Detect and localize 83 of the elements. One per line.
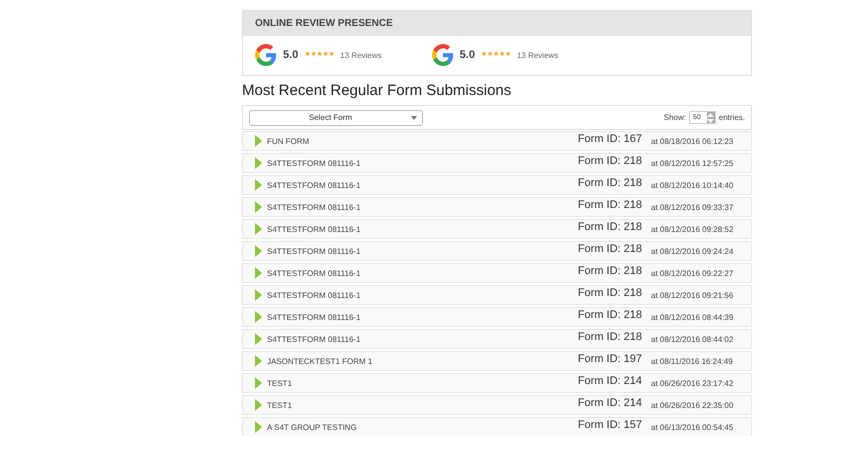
expand-triangle-icon: [255, 355, 262, 367]
form-name: S4TTESTFORM 081116-1: [267, 224, 362, 234]
submission-time: at 08/11/2016 16:24:49: [651, 356, 734, 366]
form-name: S4TTESTFORM 081116-1: [267, 268, 362, 278]
submission-row[interactable]: TEST1 Form ID: 214 at 06/26/2016 22:35:00: [242, 395, 752, 415]
submission-row[interactable]: S4TTESTFORM 081116-1 Form ID: 218 at 08/12/2016 09:21:56: [242, 285, 752, 305]
form-id: Form ID: 214: [578, 375, 642, 387]
form-id: Form ID: 218: [578, 155, 642, 167]
review-count: 13 Reviews: [340, 50, 382, 60]
submission-row[interactable]: S4TTESTFORM 081116-1 Form ID: 218 at 08/12/2016 08:44:39: [242, 307, 752, 327]
form-name: TEST1: [267, 400, 293, 410]
submission-row[interactable]: S4TTESTFORM 081116-1 Form ID: 218 at 08/12/2016 09:24:24: [242, 241, 752, 261]
expand-triangle-icon: [255, 179, 262, 191]
form-id: Form ID: 218: [578, 309, 642, 321]
panel-title: ONLINE REVIEW PRESENCE: [243, 11, 751, 36]
expand-triangle-icon: [255, 135, 262, 147]
form-name: FUN FORM: [267, 136, 310, 146]
submission-time: at 06/13/2016 00:54:45: [651, 422, 734, 432]
submission-time: at 08/12/2016 08:44:02: [651, 334, 734, 344]
expand-triangle-icon: [255, 377, 262, 389]
form-name: S4TTESTFORM 081116-1: [267, 158, 362, 168]
google-g-icon: [255, 44, 277, 66]
form-id: Form ID: 167: [578, 133, 642, 145]
submission-time: at 08/18/2016 06:12:23: [651, 136, 734, 146]
expand-triangle-icon: [255, 245, 262, 257]
submission-time: at 08/12/2016 09:28:52: [651, 224, 734, 234]
submission-time: at 06/26/2016 22:35:00: [651, 400, 734, 410]
expand-triangle-icon: [255, 157, 262, 169]
submission-row[interactable]: TEST1 Form ID: 214 at 06/26/2016 23:17:42: [242, 373, 752, 393]
form-select[interactable]: Select Form: [249, 110, 423, 126]
submission-row[interactable]: A S4T GROUP TESTING Form ID: 157 at 06/13/2016 00:54:45: [242, 417, 752, 436]
form-name: S4TTESTFORM 081116-1: [267, 180, 362, 190]
expand-triangle-icon: [255, 201, 262, 213]
caret-icon: [411, 116, 417, 120]
form-id: Form ID: 218: [578, 221, 642, 233]
form-id: Form ID: 218: [578, 177, 642, 189]
form-name: JASONTECKTEST1 FORM 1: [267, 356, 374, 366]
rating-score: 5.0: [460, 49, 475, 61]
form-id: Form ID: 218: [578, 199, 642, 211]
submission-time: at 08/12/2016 12:57:25: [651, 158, 734, 168]
expand-triangle-icon: [255, 289, 262, 301]
expand-triangle-icon: [255, 267, 262, 279]
form-id: Form ID: 214: [578, 397, 642, 409]
submission-time: at 08/12/2016 09:21:56: [651, 290, 734, 300]
expand-triangle-icon: [255, 333, 262, 345]
expand-triangle-icon: [255, 311, 262, 323]
form-id: Form ID: 218: [578, 243, 642, 255]
google-g-icon: [432, 44, 454, 66]
expand-triangle-icon: [255, 223, 262, 235]
show-label: Show:: [664, 113, 686, 122]
submission-row[interactable]: S4TTESTFORM 081116-1 Form ID: 218 at 08/12/2016 09:28:52: [242, 219, 752, 239]
expand-triangle-icon: [255, 399, 262, 411]
expand-triangle-icon: [255, 421, 262, 433]
submission-time: at 08/12/2016 09:22:27: [651, 268, 734, 278]
form-name: S4TTESTFORM 081116-1: [267, 290, 362, 300]
form-name: S4TTESTFORM 081116-1: [267, 312, 362, 322]
submission-row[interactable]: S4TTESTFORM 081116-1 Form ID: 218 at 08/12/2016 10:14:40: [242, 175, 752, 195]
submission-row[interactable]: S4TTESTFORM 081116-1 Form ID: 218 at 08/12/2016 08:44:02: [242, 329, 752, 349]
submission-time: at 08/12/2016 09:33:37: [651, 202, 734, 212]
submission-row[interactable]: S4TTESTFORM 081116-1 Form ID: 218 at 08/12/2016 09:22:27: [242, 263, 752, 283]
submission-time: at 08/12/2016 09:24:24: [651, 246, 734, 256]
form-name: TEST1: [267, 378, 293, 388]
form-name: S4TTESTFORM 081116-1: [267, 202, 362, 212]
form-name: A S4T GROUP TESTING: [267, 422, 358, 432]
form-id: Form ID: 197: [578, 353, 642, 365]
submission-time: at 08/12/2016 10:14:40: [651, 180, 734, 190]
submission-time: at 06/26/2016 23:17:42: [651, 378, 734, 388]
form-name: S4TTESTFORM 081116-1: [267, 334, 362, 344]
form-id: Form ID: 218: [578, 331, 642, 343]
section-title: Most Recent Regular Form Submissions: [242, 82, 512, 100]
submission-time: at 08/12/2016 08:44:39: [651, 312, 734, 322]
form-id: Form ID: 218: [578, 265, 642, 277]
form-name: S4TTESTFORM 081116-1: [267, 246, 362, 256]
spinner-arrows-icon: [706, 112, 715, 123]
submission-row[interactable]: S4TTESTFORM 081116-1 Form ID: 218 at 08/12/2016 09:33:37: [242, 197, 752, 217]
entries-label: entries.: [718, 113, 745, 122]
review-count: 13 Reviews: [516, 50, 558, 60]
submission-row[interactable]: FUN FORM Form ID: 167 at 08/18/2016 06:12:23: [242, 131, 752, 151]
submission-row[interactable]: JASONTECKTEST1 FORM 1 Form ID: 197 at 08/11/2016 16:24:49: [242, 351, 752, 371]
form-id: Form ID: 218: [578, 287, 642, 299]
form-id: Form ID: 157: [578, 419, 642, 431]
submission-row[interactable]: S4TTESTFORM 081116-1 Form ID: 218 at 08/12/2016 12:57:25: [242, 153, 752, 173]
rating-score: 5.0: [283, 49, 298, 61]
